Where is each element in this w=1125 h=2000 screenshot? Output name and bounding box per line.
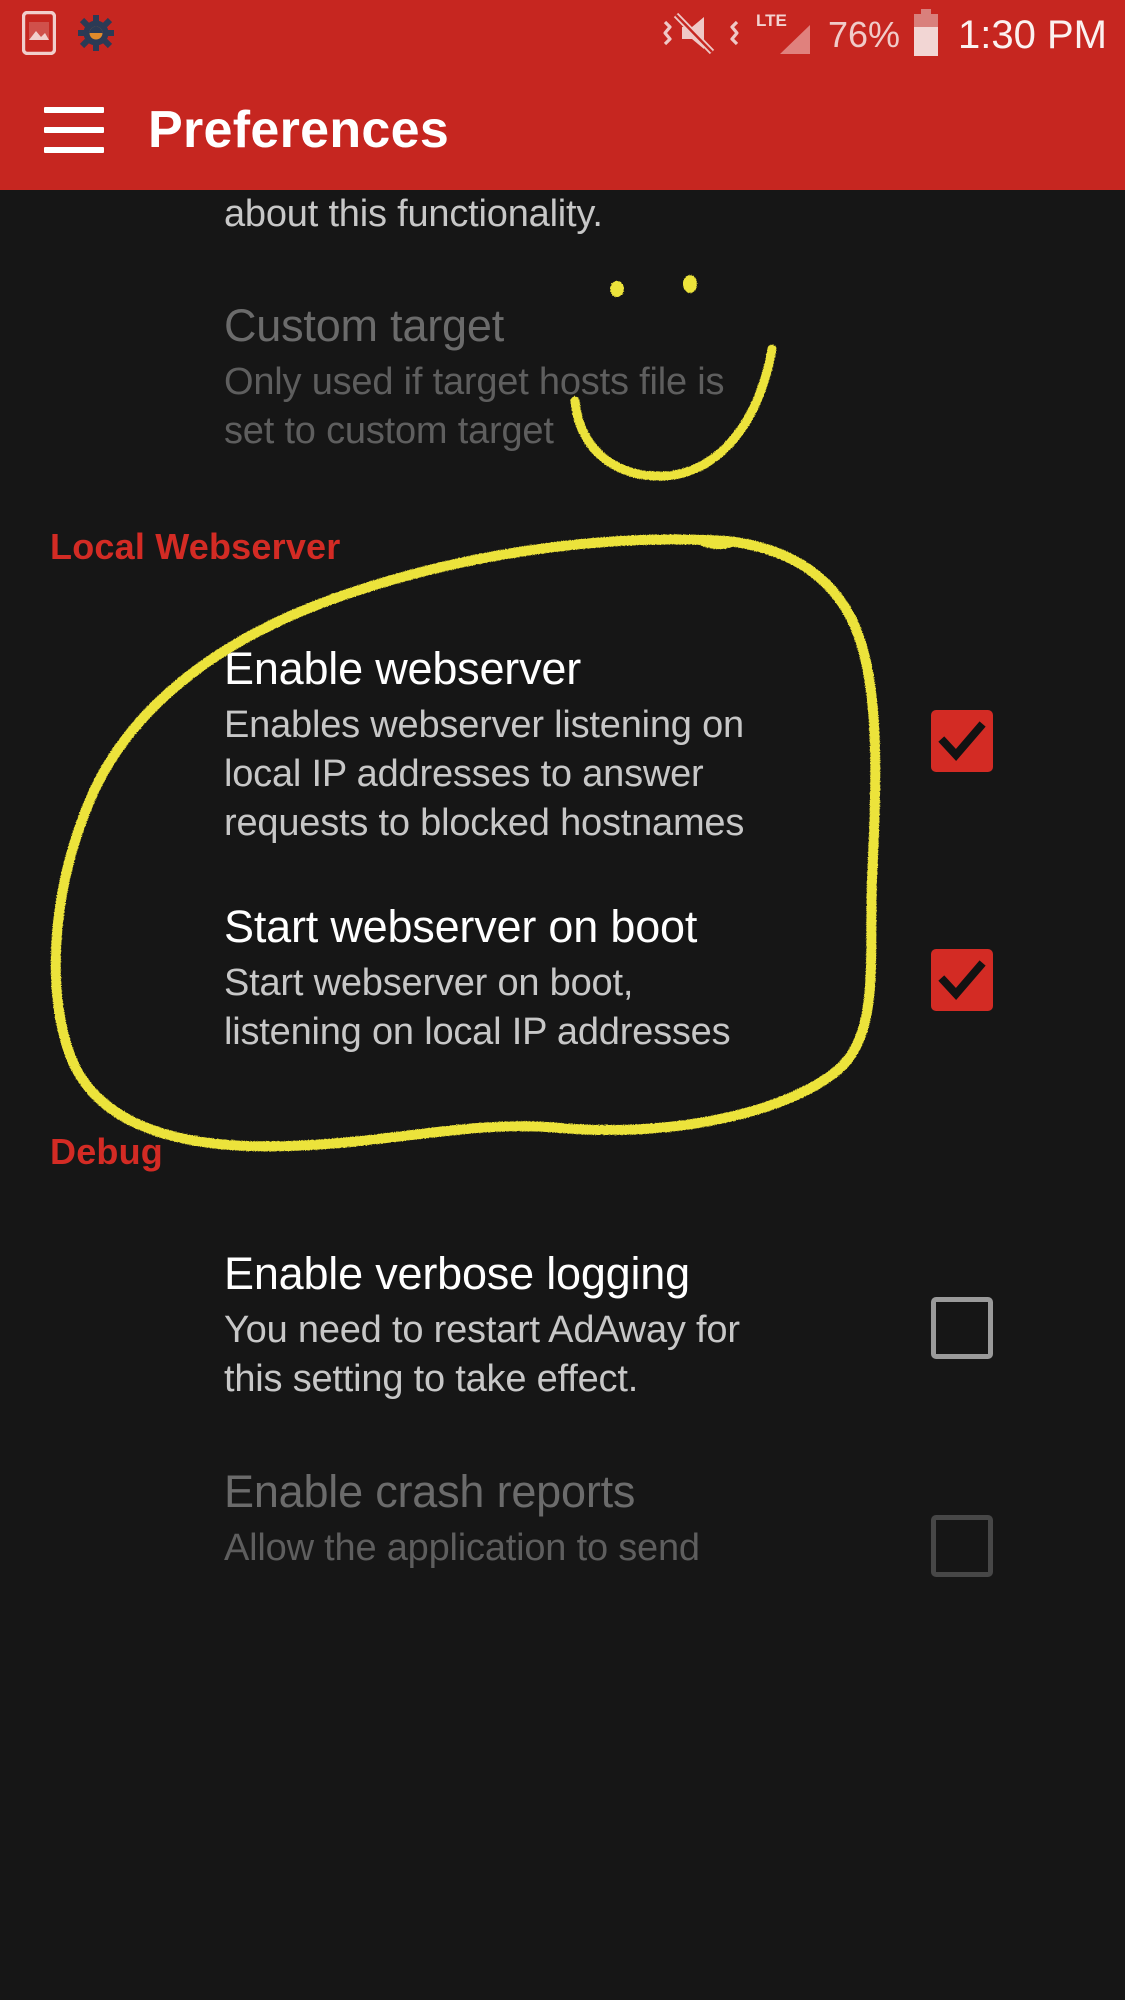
lte-signal-icon: LTE	[754, 9, 816, 62]
status-bar: LTE 76% 1:30 PM	[0, 0, 1125, 70]
clipped-preference-subtitle: about this functionality.	[224, 193, 603, 235]
preference-title-start-webserver-on-boot: Start webserver on boot	[224, 901, 698, 952]
screenshot-image-icon	[21, 10, 57, 60]
checkmark-icon	[938, 960, 986, 1001]
preference-title-enable-verbose-logging: Enable verbose logging	[224, 1248, 690, 1299]
page-title: Preferences	[148, 101, 450, 159]
preference-title-custom-target: Custom target	[224, 300, 505, 351]
preferences-list[interactable]: about this functionality. Custom target …	[0, 190, 1125, 2000]
vibrate-mute-icon	[660, 10, 742, 61]
status-bar-right-icons: LTE 76% 1:30 PM	[660, 8, 1107, 62]
preference-subtitle-custom-target: Only used if target hosts file is set to…	[224, 360, 725, 453]
preference-subtitle-start-webserver-on-boot: Start webserver on boot, listening on lo…	[224, 961, 731, 1054]
checkbox-enable-webserver[interactable]	[931, 710, 993, 772]
clipped-preference-subtitle-row: about this functionality.	[0, 182, 1125, 239]
status-bar-left-icons	[21, 10, 114, 60]
checkbox-enable-verbose-logging[interactable]	[931, 1297, 993, 1359]
preference-subtitle-enable-crash-reports: Allow the application to send	[224, 1526, 700, 1569]
app-bar: Preferences	[0, 70, 1125, 190]
category-header-local-webserver: Local Webserver	[50, 526, 341, 567]
hamburger-menu-icon[interactable]	[44, 107, 104, 153]
preference-title-enable-webserver: Enable webserver	[224, 643, 581, 694]
battery-icon	[912, 8, 940, 62]
category-header-debug: Debug	[50, 1131, 163, 1172]
preference-title-enable-crash-reports: Enable crash reports	[224, 1466, 636, 1517]
preference-subtitle-enable-webserver: Enables webserver listening on local IP …	[224, 703, 745, 845]
checkmark-icon	[938, 721, 986, 762]
battery-percent-label: 76%	[827, 14, 901, 55]
clock-label: 1:30 PM	[958, 12, 1107, 57]
gear-icon	[78, 14, 114, 56]
checkbox-start-webserver-on-boot[interactable]	[931, 949, 993, 1011]
svg-text:LTE: LTE	[756, 11, 787, 30]
preference-subtitle-enable-verbose-logging: You need to restart AdAway for this sett…	[224, 1308, 740, 1401]
checkbox-enable-crash-reports[interactable]	[931, 1515, 993, 1577]
phone-screen: LTE 76% 1:30 PM Preferences about this f…	[0, 0, 1125, 2000]
preference-row-custom-target[interactable]: Custom target Only used if target hosts …	[0, 302, 1125, 456]
